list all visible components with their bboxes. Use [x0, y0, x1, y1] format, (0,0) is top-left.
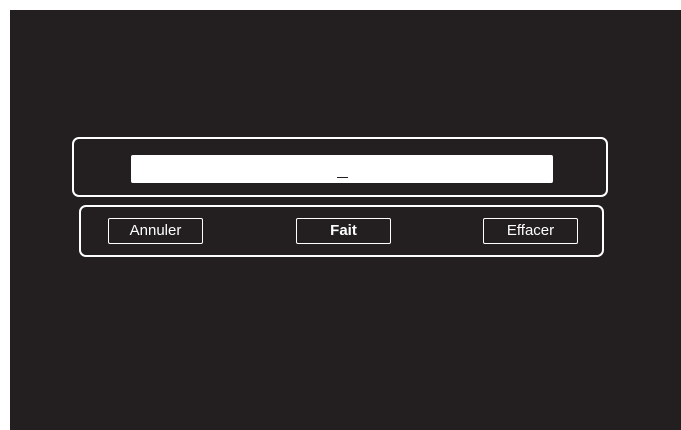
done-button[interactable]: Fait: [296, 218, 391, 244]
text-cursor: [336, 176, 348, 178]
action-button-panel: Annuler Fait Effacer: [79, 205, 604, 257]
cancel-button[interactable]: Annuler: [108, 218, 203, 244]
text-input-field[interactable]: [131, 155, 553, 183]
input-panel: [72, 137, 608, 197]
keyboard-entry-screen: Annuler Fait Effacer: [10, 10, 681, 430]
clear-button[interactable]: Effacer: [483, 218, 578, 244]
